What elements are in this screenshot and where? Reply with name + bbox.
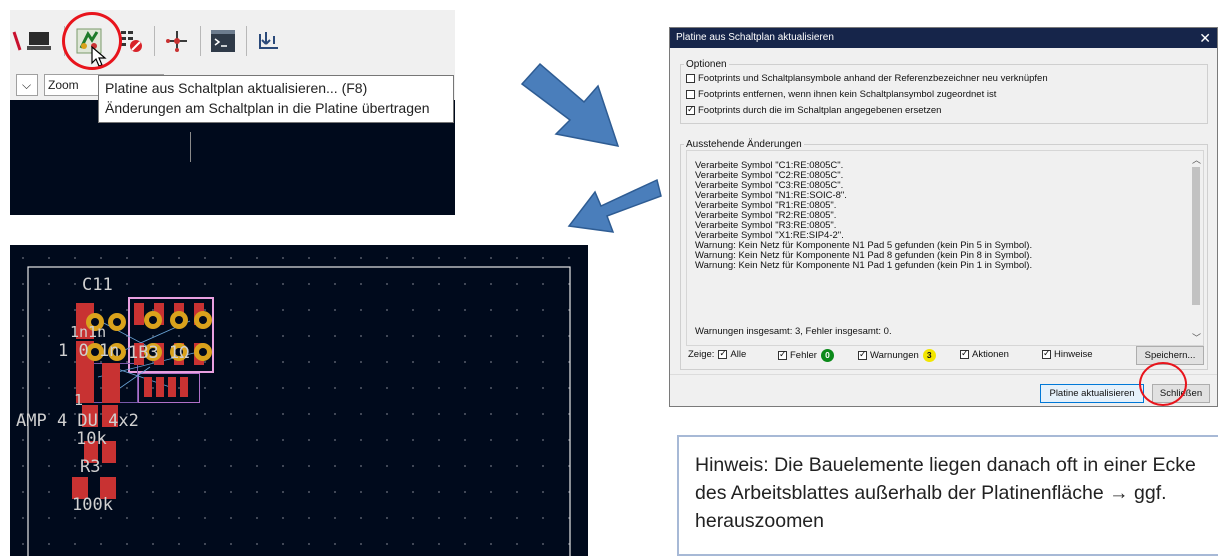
pcb-view[interactable]: C11 1n1n 1 0 1n 1B3 1Ω 1 AMP 4 DU 4x2 10… — [10, 245, 588, 556]
highlight-circle — [62, 12, 122, 70]
dialog-title: Platine aus Schaltplan aktualisieren — [676, 32, 834, 43]
arrow-right-down-icon — [520, 62, 620, 147]
ref-label: 1 — [74, 391, 84, 409]
pending-changes-label: Ausstehende Änderungen — [684, 139, 804, 150]
smd-pad — [144, 377, 152, 397]
hint-note: Hinweis: Die Bauelemente liegen danach o… — [677, 435, 1218, 556]
checkbox-checked[interactable] — [858, 349, 867, 360]
filter-all[interactable]: Zeige: Alle — [688, 348, 747, 360]
chevron-down-icon: ⌵ — [22, 78, 32, 92]
error-count-badge: 0 — [820, 349, 834, 362]
dialog-title-bar: Platine aus Schaltplan aktualisieren ✕ — [670, 28, 1217, 48]
filter-row: Zeige: Alle Fehler 0 Warnungen 3 Aktione… — [686, 348, 1206, 365]
filter-actions[interactable]: Aktionen — [960, 348, 1009, 360]
value-label: 100k — [72, 495, 113, 515]
tht-pad — [170, 311, 188, 329]
option-label: Footprints und Schaltplansymbole anhand … — [698, 73, 1048, 84]
net-inspector-icon[interactable] — [10, 28, 26, 54]
scripting-console-icon[interactable] — [210, 28, 236, 54]
value-label: AMP 4 DU 4x2 — [16, 411, 139, 431]
smd-pad — [168, 377, 176, 397]
grid-dropdown[interactable]: ⌵ — [16, 74, 38, 96]
highlight-circle — [1139, 362, 1187, 406]
tht-pad — [144, 311, 162, 329]
checkbox[interactable] — [686, 74, 695, 83]
smd-pad — [134, 303, 144, 325]
toolbar-separator — [154, 26, 155, 56]
update-pcb-button[interactable]: Platine aktualisieren — [1040, 384, 1144, 403]
filter-warnings[interactable]: Warnungen 3 — [858, 349, 936, 362]
options-label: Optionen — [684, 59, 729, 70]
toolbar-screenshot: ⌵ Zoom Platine aus Schaltplan aktualisie… — [10, 10, 455, 215]
filter-errors[interactable]: Fehler 0 — [778, 349, 834, 362]
scrollbar[interactable]: ︿ ﹀ — [1189, 151, 1203, 345]
ref-label: C11 — [82, 275, 113, 295]
checkbox-checked[interactable] — [718, 348, 728, 359]
toolbar-separator — [200, 26, 201, 56]
filter-label: Aktionen — [972, 349, 1009, 360]
smd-pad — [156, 377, 164, 397]
smd-pad — [102, 363, 120, 403]
value-label: 10k — [76, 429, 107, 449]
list-item: Warnung: Kein Netz für Komponente N1 Pad… — [695, 260, 1033, 271]
checkbox[interactable] — [686, 90, 695, 99]
filter-label: Alle — [730, 349, 747, 360]
tht-pad — [108, 313, 126, 331]
option-delete-unused[interactable]: Footprints entfernen, wenn ihnen kein Sc… — [686, 88, 996, 101]
tooltip-title: Platine aus Schaltplan aktualisieren... … — [105, 80, 368, 96]
tht-pad — [194, 311, 212, 329]
warning-count-badge: 3 — [922, 349, 936, 362]
show-label: Zeige: — [688, 349, 715, 360]
option-label: Footprints durch die im Schaltplan angeg… — [698, 105, 942, 116]
main-toolbar — [10, 10, 455, 70]
crosshair-line — [190, 132, 191, 162]
option-relink[interactable]: Footprints und Schaltplansymbole anhand … — [686, 72, 1048, 85]
plugin-icon[interactable] — [256, 28, 282, 54]
filter-hints[interactable]: Hinweise — [1042, 348, 1093, 360]
checkbox-checked[interactable] — [778, 349, 787, 360]
chevron-up-icon[interactable]: ︿ — [1192, 153, 1201, 166]
value-label: 1 0 1n — [58, 341, 120, 361]
tooltip: Platine aus Schaltplan aktualisieren... … — [98, 75, 454, 123]
divider — [670, 374, 1217, 375]
toolbar-separator — [246, 26, 247, 56]
hint-text: Hinweis: Die Bauelemente liegen danach o… — [695, 454, 1196, 532]
filter-label: Warnungen — [870, 350, 919, 361]
filter-label: Hinweise — [1054, 349, 1093, 360]
netlist-icon[interactable] — [164, 28, 190, 54]
close-icon[interactable]: ✕ — [1199, 28, 1211, 48]
value-label: 1B3 1Ω — [128, 343, 190, 363]
option-label: Footprints entfernen, wenn ihnen kein Sc… — [698, 89, 997, 100]
tht-pad — [194, 343, 212, 361]
value-label: 1n1n — [70, 323, 107, 341]
ref-label: R3 — [80, 457, 101, 477]
tooltip-description: Änderungen am Schaltplan in die Platine … — [105, 100, 430, 116]
filter-label: Fehler — [790, 350, 817, 361]
checkbox-checked[interactable] — [686, 104, 695, 115]
option-replace-footprints[interactable]: Footprints durch die im Schaltplan angeg… — [686, 104, 941, 117]
changes-list[interactable]: Verarbeite Symbol "C1:RE:0805C". Verarbe… — [686, 150, 1204, 346]
zoom-combo-label: Zoom — [48, 78, 79, 92]
arrow-left-down-icon — [567, 178, 662, 233]
checkbox-checked[interactable] — [1042, 348, 1051, 359]
pcb-editor-icon[interactable] — [26, 28, 52, 54]
summary-text: Warnungen insgesamt: 3, Fehler insgesamt… — [695, 326, 892, 337]
update-pcb-dialog: Platine aus Schaltplan aktualisieren ✕ O… — [669, 27, 1218, 407]
chevron-down-icon[interactable]: ﹀ — [1192, 331, 1201, 344]
smd-pad — [180, 377, 188, 397]
checkbox-checked[interactable] — [960, 348, 969, 359]
scroll-thumb[interactable] — [1192, 167, 1200, 305]
